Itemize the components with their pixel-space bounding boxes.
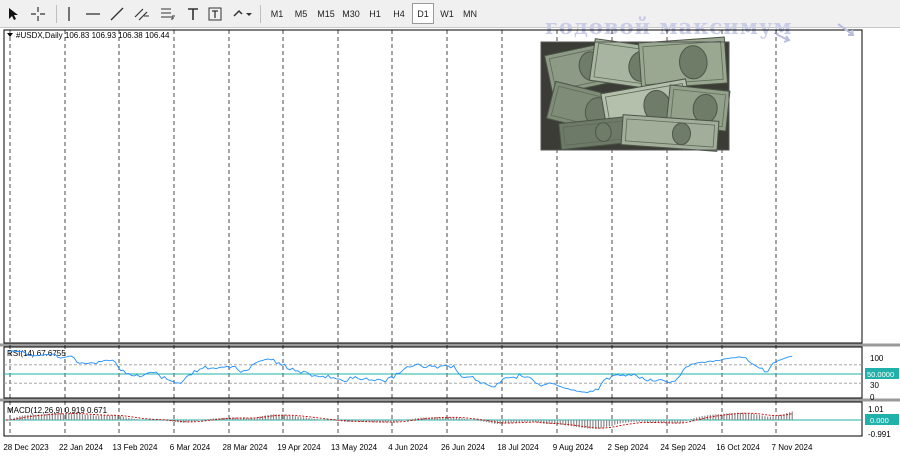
- symbol-info: #USDX,Daily 106.83 106.93 106.38 106.44: [16, 31, 170, 40]
- watermark-arrow-icon: [775, 33, 791, 43]
- date-tick-label: 28 Dec 2023: [3, 443, 49, 452]
- date-tick-label: 2 Sep 2024: [608, 443, 649, 452]
- dollar-bills-image: [540, 36, 731, 152]
- date-tick-label: 6 Mar 2024: [170, 443, 211, 452]
- date-tick-label: 22 Jan 2024: [59, 443, 104, 452]
- macd-tick-label: 1.01: [868, 405, 884, 414]
- macd-tick-label: -0.991: [868, 430, 891, 439]
- rsi-tick-label: 0: [870, 393, 875, 402]
- date-tick-label: 28 Mar 2024: [223, 443, 268, 452]
- date-tick-label: 13 Feb 2024: [113, 443, 158, 452]
- date-tick-label: 13 May 2024: [331, 443, 378, 452]
- date-tick-label: 26 Jun 2024: [441, 443, 486, 452]
- date-tick-label: 9 Aug 2024: [553, 443, 594, 452]
- dollar-bill: [620, 114, 720, 152]
- date-tick-label: 4 Jun 2024: [388, 443, 428, 452]
- rsi-tick-label: 100: [870, 354, 884, 363]
- date-tick-label: 19 Apr 2024: [277, 443, 321, 452]
- main-pane: [3, 29, 863, 344]
- rsi-tick-label: 30: [870, 381, 879, 390]
- bill-face: [620, 114, 720, 152]
- chart-area[interactable]: 28 Dec 2023 22 Jan 2024 13 Feb 2024 6 Mar 2…: [0, 0, 900, 457]
- rsi-level-badge-text: 50.0000: [867, 370, 894, 379]
- macd-zero-badge-text: 0.000: [870, 416, 889, 425]
- date-tick-label: 24 Sep 2024: [660, 443, 706, 452]
- rsi-pane: [3, 346, 863, 399]
- dropdown-triangle-icon[interactable]: [7, 33, 13, 37]
- date-tick-label: 7 Nov 2024: [772, 443, 813, 452]
- date-tick-label: 16 Oct 2024: [716, 443, 760, 452]
- rsi-line: [8, 350, 793, 394]
- date-tick-label: 18 Jul 2024: [497, 443, 539, 452]
- macd-pane: [3, 401, 863, 437]
